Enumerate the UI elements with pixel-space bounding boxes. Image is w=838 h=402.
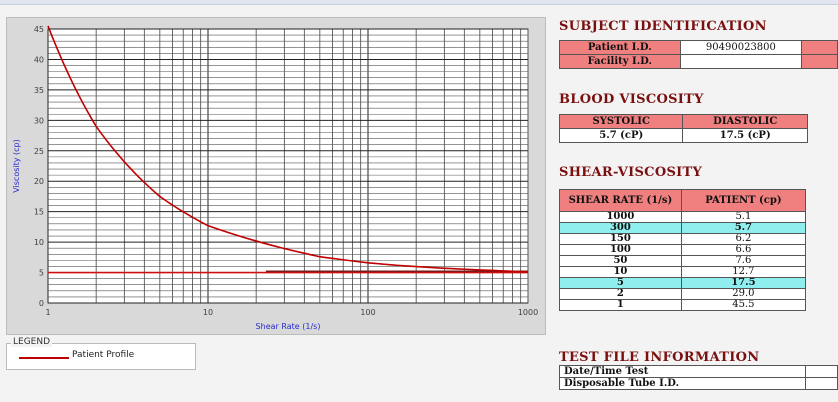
- patient-viscosity-cell: 17.5: [680, 277, 807, 289]
- patient-id-label: Patient I.D.: [559, 40, 681, 55]
- viscosity-chart: 0 5 10 15 20 25 30 35 40 45 1 10 100 1000 Shear Rate (…: [12, 25, 538, 331]
- patient-viscosity-cell: 6.6: [680, 244, 807, 256]
- blood-viscosity-title: BLOOD VISCOSITY: [559, 92, 704, 107]
- patient-viscosity-cell: 5.1: [680, 211, 807, 223]
- patient-viscosity-cell: 6.2: [680, 233, 807, 245]
- table-row: SYSTOLIC DIASTOLIC: [558, 114, 808, 129]
- y-tick-label: 0: [39, 299, 44, 308]
- y-tick-label: 10: [34, 238, 44, 247]
- shear-rate-cell: 10: [559, 266, 682, 278]
- viscosity-chart-panel: 0 5 10 15 20 25 30 35 40 45 1 10 100 1000 Shear Rate (…: [6, 17, 546, 335]
- legend-box: LEGEND Patient Profile: [6, 337, 196, 370]
- patient-id-value: 90490023800: [679, 40, 803, 55]
- disposable-tube-id-value: [805, 377, 838, 390]
- facility-id-extra: [801, 54, 838, 69]
- shear-viscosity-title: SHEAR-VISCOSITY: [559, 165, 703, 180]
- table-row: 300 5.7: [559, 222, 807, 234]
- y-tick-label: 35: [34, 86, 44, 95]
- patient-viscosity-cell: 29.0: [680, 288, 807, 300]
- x-axis-label: Shear Rate (1/s): [256, 322, 321, 331]
- table-row: Facility I.D.: [559, 54, 838, 69]
- test-file-information-title: TEST FILE INFORMATION: [559, 350, 760, 365]
- subject-table: Patient I.D. 90490023800 Facility I.D.: [559, 40, 838, 69]
- table-row: Disposable Tube I.D.: [558, 377, 838, 390]
- patient-id-extra: [801, 40, 838, 55]
- shear-rate-cell: 50: [559, 255, 682, 267]
- blood-viscosity-table: SYSTOLIC DIASTOLIC 5.7 (cP) 17.5 (cP): [558, 114, 808, 143]
- top-bar: [0, 0, 838, 5]
- table-row: 50 7.6: [559, 255, 807, 267]
- test-file-table: Date/Time Test Disposable Tube I.D.: [558, 365, 838, 390]
- plot-area: [47, 28, 529, 304]
- x-tick-label: 1: [45, 308, 50, 317]
- table-header-row: SHEAR RATE (1/s) PATIENT (cp): [559, 189, 807, 212]
- diastolic-label: DIASTOLIC: [682, 114, 808, 129]
- table-row: 100 6.6: [559, 244, 807, 256]
- table-row: 150 6.2: [559, 233, 807, 245]
- shear-rate-cell: 2: [559, 288, 682, 300]
- y-tick-label: 40: [34, 55, 44, 64]
- facility-id-label: Facility I.D.: [559, 54, 681, 69]
- y-tick-label: 45: [34, 25, 44, 34]
- date-time-test-value: [805, 365, 838, 378]
- y-tick-label: 5: [39, 269, 44, 278]
- y-tick-label: 20: [34, 177, 44, 186]
- x-tick-label: 100: [360, 308, 375, 317]
- diastolic-value: 17.5 (cP): [682, 128, 808, 143]
- facility-id-value: [679, 54, 803, 69]
- y-tick-label: 15: [34, 208, 44, 217]
- shear-rate-cell: 150: [559, 233, 682, 245]
- y-tick-label: 30: [34, 116, 44, 125]
- patient-viscosity-cell: 7.6: [680, 255, 807, 267]
- y-tick-label: 25: [34, 147, 44, 156]
- disposable-tube-id-label: Disposable Tube I.D.: [558, 377, 807, 390]
- shear-rate-cell: 300: [559, 222, 682, 234]
- x-tick-label: 10: [203, 308, 213, 317]
- table-row: 2 29.0: [559, 288, 807, 300]
- shear-viscosity-table: SHEAR RATE (1/s) PATIENT (cp) 1000 5.1 300…: [559, 189, 807, 311]
- systolic-label: SYSTOLIC: [558, 114, 684, 129]
- systolic-value: 5.7 (cP): [558, 128, 684, 143]
- legend-title: LEGEND: [11, 337, 53, 347]
- date-time-test-label: Date/Time Test: [558, 365, 807, 378]
- legend-entry-patient-profile: Patient Profile: [72, 350, 135, 360]
- table-row: 5.7 (cP) 17.5 (cP): [558, 128, 808, 143]
- table-row: 1 45.5: [559, 299, 807, 311]
- shear-rate-cell: 1000: [559, 211, 682, 223]
- table-row: Date/Time Test: [558, 365, 838, 378]
- patient-column-header: PATIENT (cp): [680, 189, 807, 212]
- shear-rate-column-header: SHEAR RATE (1/s): [559, 189, 682, 212]
- subject-identification-title: SUBJECT IDENTIFICATION: [559, 19, 767, 34]
- table-row: 1000 5.1: [559, 211, 807, 223]
- x-tick-label: 1000: [518, 308, 538, 317]
- shear-rate-cell: 100: [559, 244, 682, 256]
- shear-rate-cell: 5: [559, 277, 682, 289]
- y-axis-label: Viscosity (cp): [12, 139, 21, 193]
- table-row: 5 17.5: [559, 277, 807, 289]
- legend-line-swatch: [19, 357, 69, 359]
- patient-viscosity-cell: 12.7: [680, 266, 807, 278]
- table-row: Patient I.D. 90490023800: [559, 40, 838, 55]
- patient-viscosity-cell: 5.7: [680, 222, 807, 234]
- table-row: 10 12.7: [559, 266, 807, 278]
- patient-viscosity-cell: 45.5: [680, 299, 807, 311]
- shear-rate-cell: 1: [559, 299, 682, 311]
